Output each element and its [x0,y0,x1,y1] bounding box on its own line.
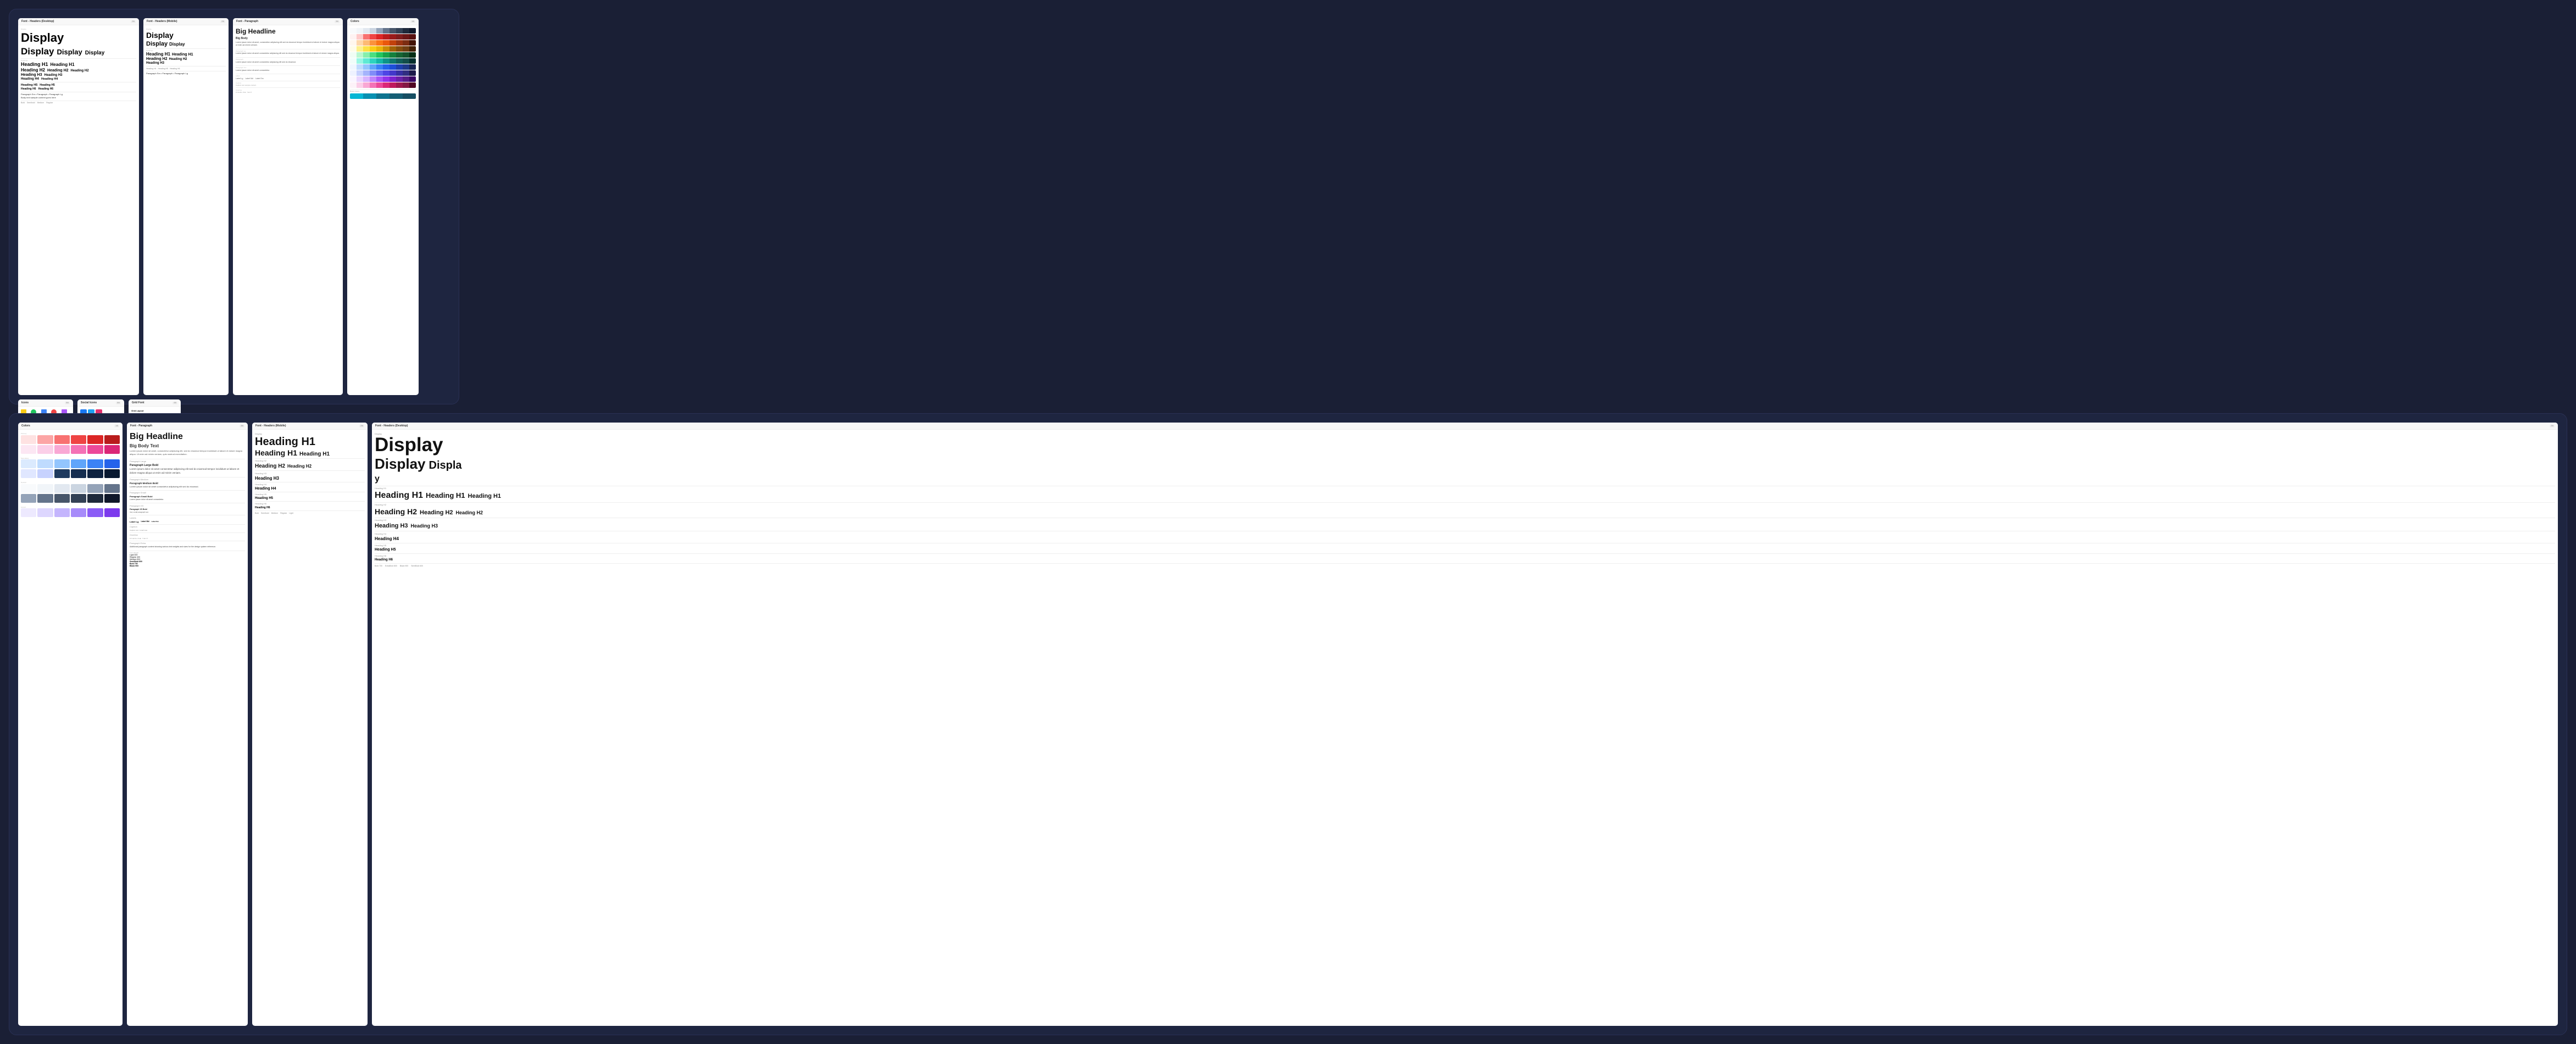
color-row-navy [21,469,120,478]
frame-title: Font - Headers (Desktop) [375,424,408,427]
frame-title: Icons [21,401,29,404]
frame-header: Font - Headers (Desktop) 2/6 [372,423,2558,430]
frame-header: Font - Paragraph 3/6 [127,423,248,430]
frame-title: Font - Headers (Mobile) [255,424,286,427]
frame-body: Display Display Display Display Headings… [143,25,229,395]
frame-tag: 2/6 [131,20,136,23]
frame-header: Social Icons 6/6 [77,399,124,407]
frame-title: Font - Paragraph [236,20,258,23]
color-row-gray-dark [21,494,120,503]
frame-body: Display Display Display Display Display … [18,25,139,395]
color-strip-blue [350,64,416,70]
color-row-blue [21,459,120,468]
frame-tag: 1/6 [114,425,119,427]
color-row-red [21,435,120,444]
frame-font-paragraph[interactable]: Font - Paragraph 3/6 Big Headline Big Bo… [233,18,343,395]
right-board: Colors 1/6 Primary [9,413,2567,1035]
left-board: Font - Headers (Desktop) 2/6 Display Dis… [9,9,459,404]
frame-title: Colors [21,424,30,427]
frame-body: Big Headline Big Body Text Lorem ipsum d… [127,430,248,1026]
frame-title: Font - Headers (Mobile) [147,20,177,23]
color-row-gray-light [21,484,120,493]
frame-tag: 2/6 [220,20,225,23]
frame-colors[interactable]: Colors 1/6 [347,18,419,395]
frame-header: Font - Headers (Mobile) 2/6 [143,18,229,25]
frame-font-headers-mobile[interactable]: Font - Headers (Mobile) 2/6 Display Disp… [143,18,229,395]
frame-header: Font - Headers (Desktop) 2/6 [18,18,139,25]
frame-header: Colors 1/6 [347,18,419,25]
frame-title: Colors [350,20,359,23]
frame-body: Primary [18,430,123,1026]
frame-tag: 5/6 [65,402,70,404]
frame-tag: 3/6 [240,425,244,427]
bottom-row: Colors 1/6 Primary [9,413,2567,1035]
color-strip-green [350,52,416,58]
frame-header: Colors 1/6 [18,423,123,430]
page-wrapper: Font - Headers (Desktop) 2/6 Display Dis… [0,0,2576,1044]
color-strip-red [350,34,416,40]
rp-frame-font-mobile[interactable]: Font - Headers (Mobile) 2/6 Display Head… [252,423,368,1026]
frame-title: Social Icons [81,401,97,404]
frame-body: Big Headline Big Body Lorem ipsum dolor … [233,25,343,395]
rp-frame-colors[interactable]: Colors 1/6 Primary [18,423,123,1026]
color-row-purple [21,508,120,517]
color-row-pink [21,445,120,454]
frame-body: Display Display Display Displa y Heading… [372,430,2558,1026]
frame-body: Display Heading H1 Heading H1 Heading H1… [252,430,368,1026]
frame-header: Font - Headers (Mobile) 2/6 [252,423,368,430]
frame-header: Grid Font 4/6 [129,399,181,407]
color-strip-orange [350,40,416,46]
frame-font-headers-desktop[interactable]: Font - Headers (Desktop) 2/6 Display Dis… [18,18,139,395]
color-strip-neutral [350,28,416,34]
color-strip-brand [350,93,416,99]
top-row: Font - Headers (Desktop) 2/6 Display Dis… [9,9,2567,404]
frame-title: Font - Headers (Desktop) [21,20,54,23]
frame-header: Icons 5/6 [18,399,73,407]
frame-body: Brand Colors [347,25,419,395]
frame-title: Font - Paragraph [130,424,152,427]
color-strip-yellow [350,46,416,52]
frame-header: Font - Paragraph 3/6 [233,18,343,25]
color-strip-teal [350,58,416,64]
color-strip-pink [350,82,416,88]
frame-tag: 3/6 [335,20,340,23]
color-strip-indigo [350,70,416,76]
frame-tag: 1/6 [410,20,415,23]
rp-frame-font-paragraph[interactable]: Font - Paragraph 3/6 Big Headline Big Bo… [127,423,248,1026]
frame-tag: 6/6 [116,402,121,404]
frame-tag: 2/6 [2550,425,2555,427]
frame-tag: 4/6 [173,402,177,404]
color-strip-purple [350,76,416,82]
rp-frame-font-desktop[interactable]: Font - Headers (Desktop) 2/6 Display Dis… [372,423,2558,1026]
frame-title: Grid Font [132,401,144,404]
frame-tag: 2/6 [359,425,364,427]
